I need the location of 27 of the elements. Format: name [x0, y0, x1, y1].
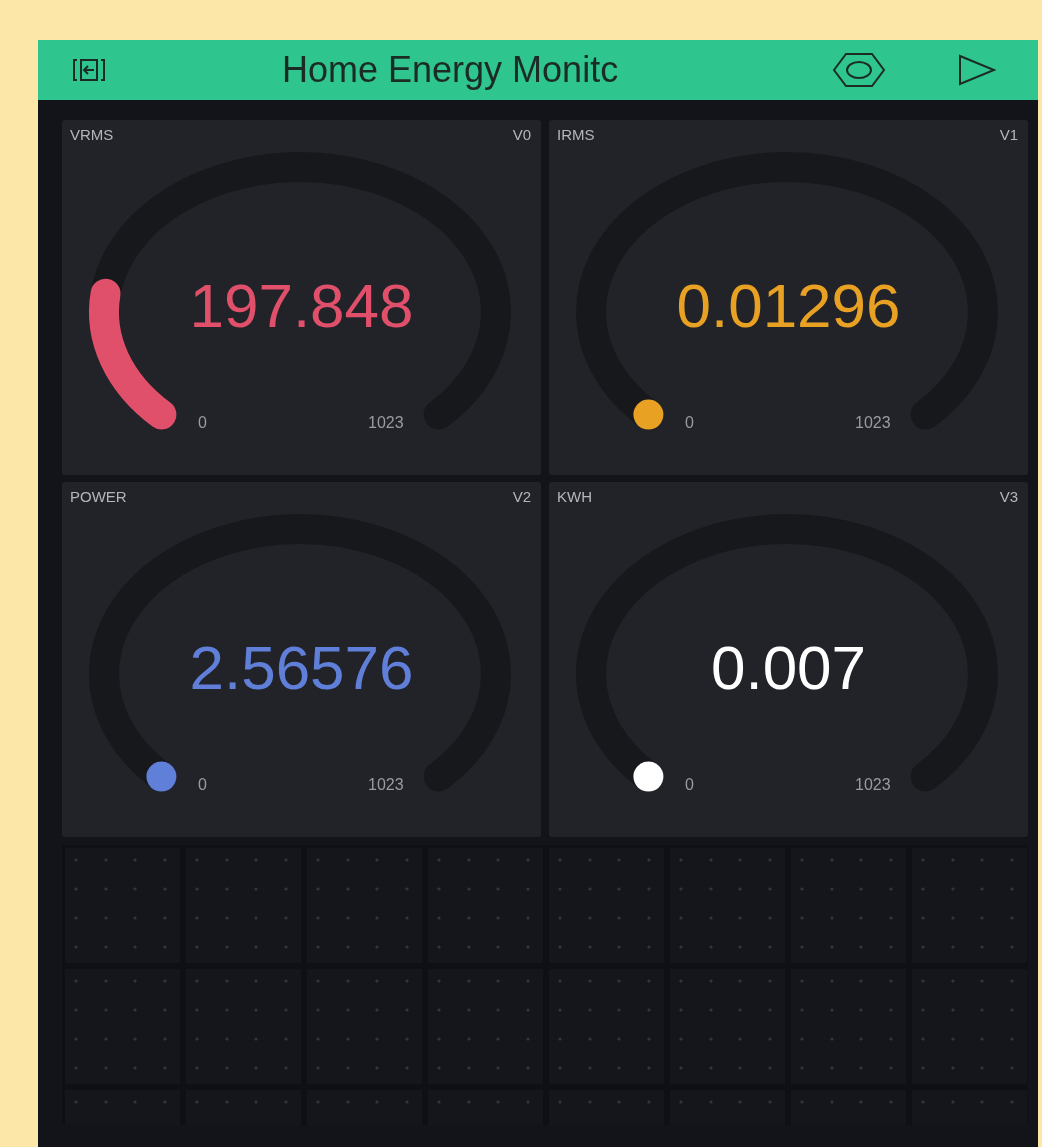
- gauge-label: POWER: [70, 488, 127, 506]
- gauge-label: VRMS: [70, 126, 114, 144]
- gauge-label: IRMS: [557, 126, 595, 144]
- gauge-label: KWH: [557, 488, 592, 506]
- gauge-value: 197.848: [188, 270, 415, 342]
- max-label: 1023: [855, 413, 891, 433]
- max-label: 1023: [855, 775, 891, 795]
- pin-label: V0: [512, 126, 531, 144]
- pin-label: V3: [999, 488, 1018, 506]
- gauge-fill: [146, 761, 177, 792]
- min-label: 0: [685, 775, 694, 795]
- hexagon-icon[interactable]: [832, 52, 886, 88]
- pin-label: V1: [999, 126, 1018, 144]
- play-icon[interactable]: [958, 54, 996, 86]
- exit-icon[interactable]: [72, 57, 106, 83]
- gauge-value: 2.56576: [188, 632, 415, 704]
- max-label: 1023: [368, 775, 404, 795]
- gauge-value: 0.007: [709, 632, 868, 704]
- gauge-value: 0.01296: [675, 270, 902, 342]
- min-label: 0: [685, 413, 694, 433]
- gauge-fill: [633, 761, 664, 792]
- max-label: 1023: [368, 413, 404, 433]
- min-label: 0: [198, 413, 207, 433]
- min-label: 0: [198, 775, 207, 795]
- pin-label: V2: [512, 488, 531, 506]
- gauge-fill: [633, 399, 664, 430]
- app-title: Home Energy Monitc: [282, 48, 619, 92]
